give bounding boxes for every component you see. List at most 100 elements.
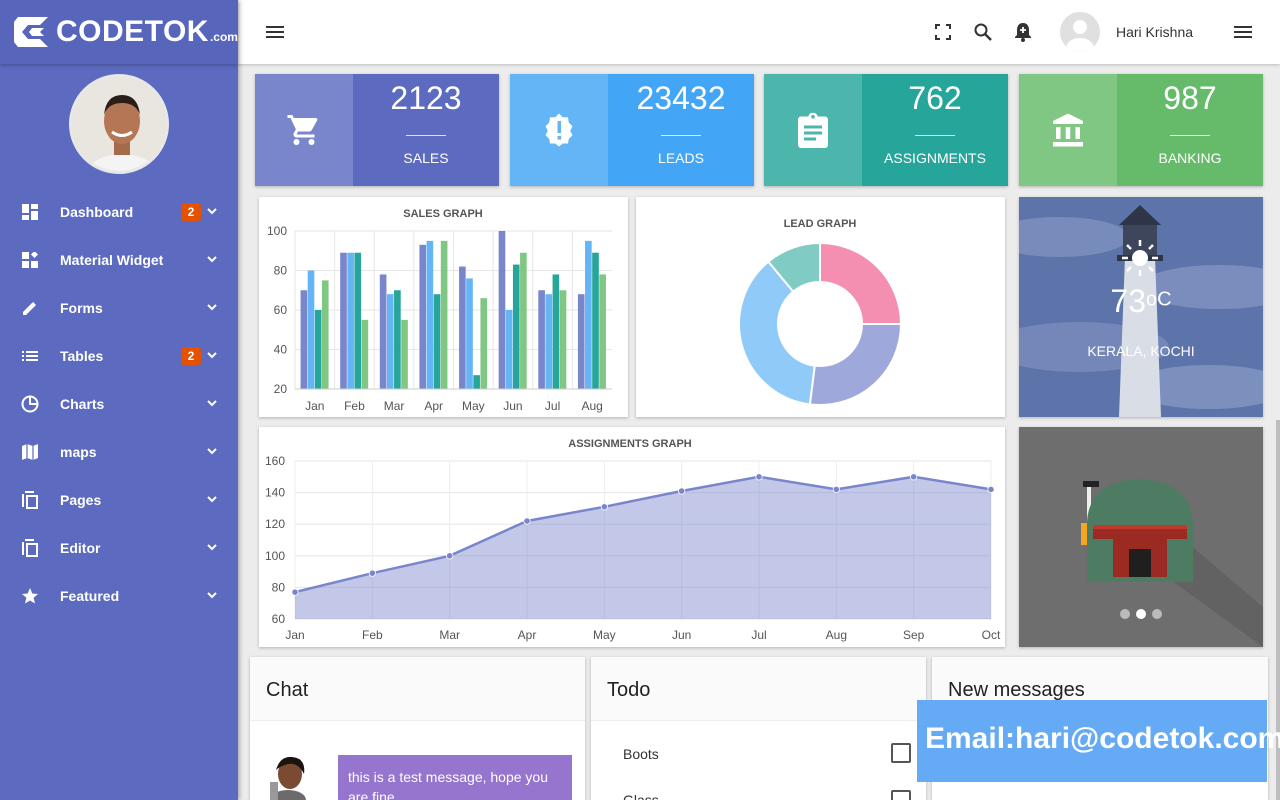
fullscreen-button[interactable] xyxy=(931,20,955,44)
todo-checkbox[interactable] xyxy=(891,790,911,800)
x-tick-label: Jan xyxy=(285,628,304,642)
x-tick-label: Apr xyxy=(424,399,443,413)
sidebar-item-label: Editor xyxy=(60,540,101,556)
bar xyxy=(459,266,466,389)
user-name[interactable]: Hari Krishna xyxy=(1116,24,1193,40)
data-point xyxy=(446,552,454,560)
stat-card-leads[interactable]: 23432 LEADS xyxy=(510,74,754,186)
star-icon xyxy=(20,586,40,606)
bar xyxy=(401,319,408,389)
todo-card: Todo Boots Glass xyxy=(591,657,926,800)
pie-chart-icon xyxy=(20,394,40,414)
chevron-down-icon xyxy=(207,352,217,359)
y-tick-label: 100 xyxy=(267,224,287,238)
y-tick-label: 20 xyxy=(274,382,288,396)
profile-photo[interactable] xyxy=(69,74,169,174)
todo-item-label: Glass xyxy=(623,792,659,800)
data-point xyxy=(832,485,840,494)
sidebar-item-tables[interactable]: Tables 2 xyxy=(0,332,238,380)
notifications-button[interactable] xyxy=(1011,20,1035,44)
sidebar-item-label: Forms xyxy=(60,300,103,316)
chevron-down-icon xyxy=(207,544,217,551)
sidebar-item-maps[interactable]: maps xyxy=(0,428,238,476)
bar xyxy=(314,310,322,389)
bar xyxy=(505,310,513,389)
chart-title: ASSIGNMENTS GRAPH xyxy=(568,438,692,450)
search-button[interactable] xyxy=(971,20,995,44)
stat-card-sales[interactable]: 2123 SALES xyxy=(255,74,499,186)
bar xyxy=(300,290,308,389)
stat-label: BANKING xyxy=(1158,150,1222,166)
chevron-down-icon xyxy=(207,592,217,599)
dashboard-icon xyxy=(20,202,40,222)
menu-toggle-button[interactable] xyxy=(264,20,288,44)
weather-location: KERALA, KOCHI xyxy=(1087,343,1195,359)
data-point xyxy=(910,473,918,481)
sidebar-item-pages[interactable]: Pages xyxy=(0,476,238,524)
x-tick-label: Mar xyxy=(384,399,405,413)
user-avatar[interactable] xyxy=(1060,12,1100,52)
stat-card-banking[interactable]: 987 BANKING xyxy=(1019,74,1263,186)
donut-slice xyxy=(808,323,903,406)
y-tick-label: 120 xyxy=(265,517,285,531)
chat-avatar[interactable] xyxy=(268,754,312,800)
assignments-graph-card: ASSIGNMENTS GRAPH 60 80 100 120 140 160 Jan Feb M… xyxy=(259,427,1005,647)
chat-title: Chat xyxy=(250,657,585,721)
bar xyxy=(545,294,553,389)
alert-badge-icon xyxy=(545,113,573,147)
sidebar-item-label: Featured xyxy=(60,588,120,604)
slider-dot-active[interactable] xyxy=(1136,609,1146,619)
x-tick-label: Feb xyxy=(344,399,365,413)
map-icon xyxy=(20,442,40,462)
sidebar-item-dashboard[interactable]: Dashboard 2 xyxy=(0,188,238,236)
copy-icon xyxy=(20,490,40,510)
y-tick-label: 140 xyxy=(265,486,285,500)
bar xyxy=(361,319,369,389)
brand-name: CODETOK xyxy=(56,15,209,48)
sidebar-item-featured[interactable]: Featured xyxy=(0,572,238,620)
bar xyxy=(480,298,488,389)
notification-badge: 2 xyxy=(181,347,201,365)
stat-value: 2123 xyxy=(390,80,462,116)
bar xyxy=(321,280,329,389)
right-menu-button[interactable] xyxy=(1232,20,1256,44)
image-slider[interactable] xyxy=(1019,427,1263,647)
lead-graph: LEAD GRAPH xyxy=(738,218,903,406)
donut-slice xyxy=(819,241,903,325)
y-tick-label: 80 xyxy=(274,264,288,278)
data-point xyxy=(987,485,995,494)
data-point xyxy=(523,517,531,525)
bar xyxy=(394,290,401,389)
x-tick-label: Jul xyxy=(545,399,560,413)
bar xyxy=(512,264,520,389)
slider-dot[interactable] xyxy=(1152,609,1162,619)
sidebar-item-material-widget[interactable]: Material Widget xyxy=(0,236,238,284)
weather-card[interactable]: 73oC KERALA, KOCHI xyxy=(1019,197,1263,417)
sidebar-item-charts[interactable]: Charts xyxy=(0,380,238,428)
bar xyxy=(466,278,473,389)
bar xyxy=(386,294,394,389)
brand-logo[interactable]: CODETOK .com xyxy=(0,0,238,64)
todo-checkbox[interactable] xyxy=(891,743,911,763)
data-point xyxy=(678,487,686,495)
chevron-down-icon xyxy=(207,400,217,407)
sidebar-item-forms[interactable]: Forms xyxy=(0,284,238,332)
sidebar-item-label: maps xyxy=(60,444,97,460)
bar xyxy=(592,252,599,389)
chevron-down-icon xyxy=(207,208,217,215)
stat-card-assignments[interactable]: 762 ASSIGNMENTS xyxy=(764,74,1008,186)
notification-badge: 2 xyxy=(181,203,201,221)
x-tick-label: Jun xyxy=(503,399,522,413)
slider-dot[interactable] xyxy=(1120,609,1130,619)
stat-label: SALES xyxy=(403,150,449,166)
bar xyxy=(440,240,448,389)
top-bar: Hari Krishna xyxy=(238,0,1280,64)
y-tick-label: 160 xyxy=(265,454,285,468)
chart-title: LEAD GRAPH xyxy=(784,218,857,230)
sidebar-item-label: Charts xyxy=(60,396,105,412)
stat-value: 987 xyxy=(1163,80,1217,116)
sidebar-item-editor[interactable]: Editor xyxy=(0,524,238,572)
bar xyxy=(419,244,427,389)
x-tick-label: Feb xyxy=(362,628,383,642)
data-point xyxy=(291,588,299,596)
